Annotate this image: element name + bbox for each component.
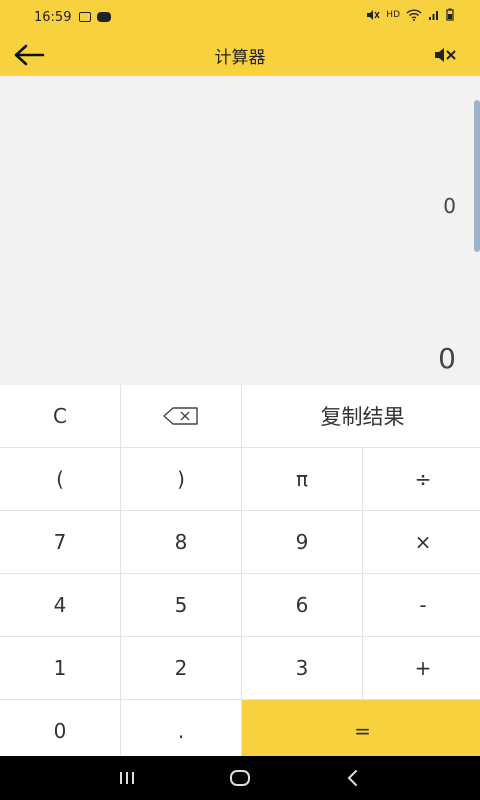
pi-key[interactable]: π (242, 448, 362, 510)
digit-2-key[interactable]: 2 (121, 637, 241, 699)
clear-key[interactable]: C (0, 385, 120, 447)
backspace-icon (163, 407, 198, 425)
battery-icon (446, 8, 454, 21)
backspace-key[interactable] (121, 385, 241, 447)
result-text: 0 (438, 342, 456, 375)
digit-3-key[interactable]: 3 (242, 637, 362, 699)
status-right-icons: HD (366, 8, 454, 21)
app-notification-icon (97, 12, 112, 22)
copy-result-key[interactable]: 复制结果 (242, 385, 480, 447)
right-paren-key[interactable]: ) (121, 448, 241, 510)
digit-5-key[interactable]: 5 (121, 574, 241, 636)
decimal-point-key[interactable]: . (121, 700, 241, 762)
status-notification-icons (79, 12, 112, 22)
back-button[interactable] (12, 41, 46, 69)
app-bar: 计算器 (0, 34, 480, 76)
home-icon (229, 770, 250, 786)
expression-text: 0 (443, 194, 456, 218)
sound-toggle-button[interactable] (432, 43, 458, 67)
display-scrollbar[interactable] (474, 100, 480, 252)
divide-key[interactable]: ÷ (363, 448, 480, 510)
digit-4-key[interactable]: 4 (0, 574, 120, 636)
arrow-left-icon (14, 44, 45, 66)
nav-back-button[interactable] (333, 762, 373, 794)
home-button[interactable] (220, 762, 260, 794)
system-nav-bar (0, 756, 480, 800)
gallery-icon (79, 12, 92, 22)
multiply-key[interactable]: × (363, 511, 480, 573)
mute-status-icon (367, 9, 380, 20)
wifi-icon (406, 8, 422, 21)
status-time: 16:59 (34, 9, 72, 25)
minus-key[interactable]: - (363, 574, 480, 636)
left-paren-key[interactable]: ( (0, 448, 120, 510)
equals-key[interactable]: = (242, 700, 480, 762)
hd-label: HD (386, 9, 400, 20)
recent-apps-icon (119, 772, 134, 784)
digit-8-key[interactable]: 8 (121, 511, 241, 573)
page-title: 计算器 (214, 47, 266, 68)
digit-9-key[interactable]: 9 (242, 511, 362, 573)
plus-key[interactable]: + (363, 637, 480, 699)
keypad: C 复制结果 ( ) π ÷ 7 8 9 × 4 5 6 - 1 2 3 + 0… (0, 385, 480, 762)
calculator-display: 0 0 (0, 76, 480, 385)
volume-mute-icon (435, 48, 456, 62)
recent-apps-button[interactable] (107, 762, 147, 794)
status-bar: 16:59 HD (0, 0, 480, 34)
signal-icon (429, 10, 438, 20)
digit-7-key[interactable]: 7 (0, 511, 120, 573)
digit-1-key[interactable]: 1 (0, 637, 120, 699)
digit-0-key[interactable]: 0 (0, 700, 120, 762)
digit-6-key[interactable]: 6 (242, 574, 362, 636)
chevron-left-icon (347, 770, 358, 786)
